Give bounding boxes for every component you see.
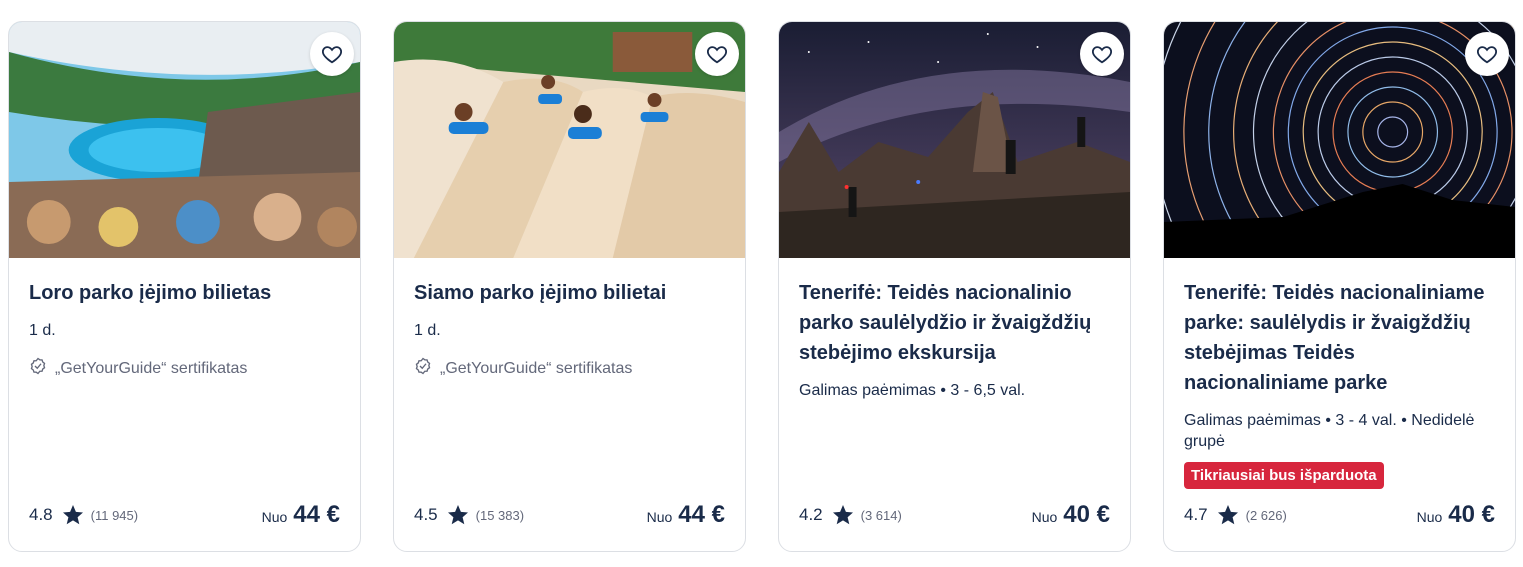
review-count: (15 383)	[475, 507, 525, 523]
activity-duration: 1 d.	[29, 322, 56, 339]
activity-card[interactable]: Tenerifė: Teidės nacionalinio parko saul…	[778, 21, 1131, 552]
price-block: Nuo 40 €	[1417, 501, 1495, 529]
review-count: (3 614)	[860, 507, 902, 523]
activity-duration: 1 d.	[414, 322, 441, 339]
price-amount: 40 €	[1063, 501, 1110, 528]
activity-image[interactable]	[9, 22, 360, 258]
activity-title[interactable]: Loro parko įėjimo bilietas	[29, 278, 340, 308]
star-icon	[831, 503, 855, 527]
certificate-text: „GetYourGuide“ sertifikatas	[440, 359, 633, 377]
wishlist-button[interactable]	[1465, 32, 1509, 76]
card-footer: 4.5 (15 383) Nuo 44 €	[414, 501, 725, 529]
wishlist-button[interactable]	[695, 32, 739, 76]
price-amount: 44 €	[678, 501, 725, 528]
price-block: Nuo 40 €	[1032, 501, 1110, 529]
activity-image[interactable]	[1164, 22, 1515, 258]
wishlist-button[interactable]	[1080, 32, 1124, 76]
certificate-text: „GetYourGuide“ sertifikatas	[55, 359, 248, 377]
verified-badge-icon	[414, 357, 432, 380]
rating-value: 4.5	[414, 505, 438, 524]
wishlist-button[interactable]	[310, 32, 354, 76]
activity-title[interactable]: Tenerifė: Teidės nacionalinio parko saul…	[799, 278, 1110, 368]
activity-details: Galimas paėmimas • 3 - 4 val. • Nedidelė…	[1184, 412, 1475, 450]
rating-value: 4.7	[1184, 505, 1208, 524]
price-amount: 44 €	[293, 501, 340, 528]
price-block: Nuo 44 €	[262, 501, 340, 529]
price-block: Nuo 44 €	[647, 501, 725, 529]
card-body: Siamo parko įėjimo bilietai 1 d. „GetYou…	[414, 278, 725, 380]
activity-card[interactable]: Tenerifė: Teidės nacionaliniame parke: s…	[1163, 21, 1516, 552]
card-footer: 4.8 (11 945) Nuo 44 €	[29, 501, 340, 529]
rating-value: 4.2	[799, 505, 823, 524]
certificate-label: „GetYourGuide“ sertifikatas	[29, 357, 340, 380]
activity-title[interactable]: Siamo parko įėjimo bilietai	[414, 278, 725, 308]
star-icon	[446, 503, 470, 527]
activity-image[interactable]	[779, 22, 1130, 258]
card-footer: 4.2 (3 614) Nuo 40 €	[799, 501, 1110, 529]
heart-icon	[1476, 43, 1498, 65]
price-prefix: Nuo	[1031, 509, 1058, 525]
price-amount: 40 €	[1448, 501, 1495, 528]
activity-details: Galimas paėmimas • 3 - 6,5 val.	[799, 382, 1026, 399]
certificate-label: „GetYourGuide“ sertifikatas	[414, 357, 725, 380]
card-footer: 4.7 (2 626) Nuo 40 €	[1184, 501, 1495, 529]
activity-card[interactable]: Siamo parko įėjimo bilietai 1 d. „GetYou…	[393, 21, 746, 552]
price-prefix: Nuo	[261, 509, 288, 525]
likely-sell-out-badge: Tikriausiai bus išparduota	[1184, 462, 1384, 489]
activity-image[interactable]	[394, 22, 745, 258]
activity-title[interactable]: Tenerifė: Teidės nacionaliniame parke: s…	[1184, 278, 1495, 398]
heart-icon	[1091, 43, 1113, 65]
heart-icon	[321, 43, 343, 65]
price-prefix: Nuo	[1416, 509, 1443, 525]
star-icon	[1216, 503, 1240, 527]
star-icon	[61, 503, 85, 527]
card-body: Tenerifė: Teidės nacionalinio parko saul…	[799, 278, 1110, 401]
review-count: (2 626)	[1245, 507, 1287, 523]
rating-value: 4.8	[29, 505, 53, 524]
review-count: (11 945)	[90, 507, 139, 523]
activity-card[interactable]: Loro parko įėjimo bilietas 1 d. „GetYour…	[8, 21, 361, 552]
heart-icon	[706, 43, 728, 65]
verified-badge-icon	[29, 357, 47, 380]
card-body: Tenerifė: Teidės nacionaliniame parke: s…	[1184, 278, 1495, 489]
card-body: Loro parko įėjimo bilietas 1 d. „GetYour…	[29, 278, 340, 380]
price-prefix: Nuo	[646, 509, 673, 525]
activity-card-list: Loro parko įėjimo bilietas 1 d. „GetYour…	[0, 0, 1523, 567]
